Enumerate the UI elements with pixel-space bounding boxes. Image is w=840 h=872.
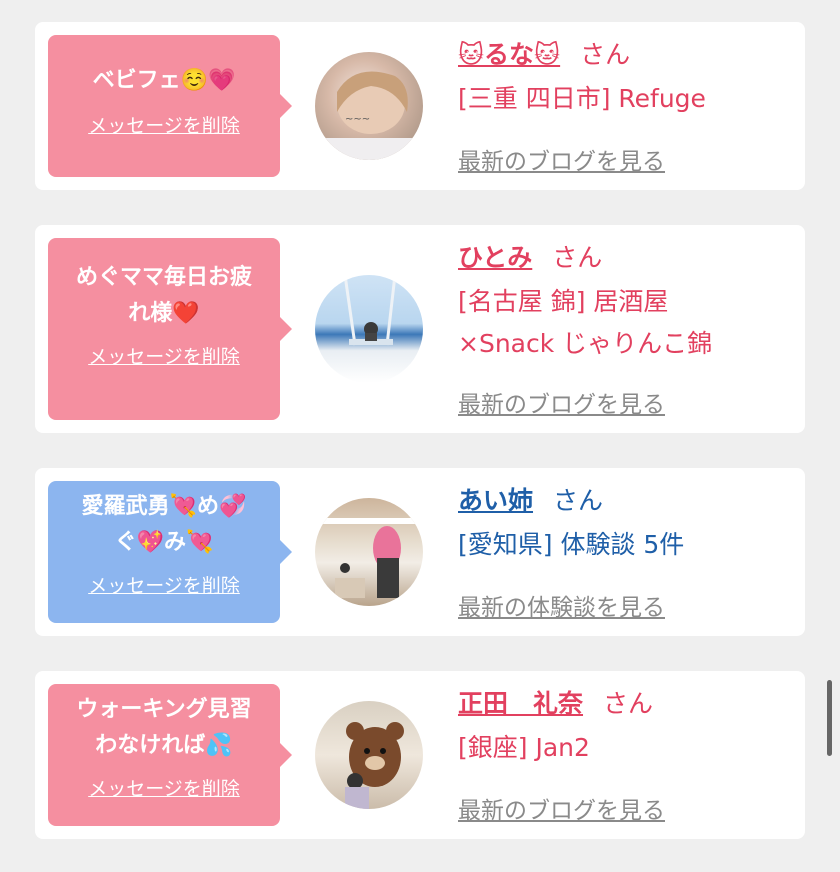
avatar-photo-icon: ~~~ <box>325 71 415 160</box>
profile-name-link[interactable]: あい姉 <box>458 486 533 515</box>
profile-name-link[interactable]: 正田 礼奈 <box>458 689 583 718</box>
message-bubble: 愛羅武勇💘め💞 ぐ💖み💘 メッセージを削除 <box>48 481 292 623</box>
honorific: さん <box>552 243 603 272</box>
message-bubble: ベビフェ☺️💗 メッセージを削除 <box>48 35 292 177</box>
avatar-photo-icon <box>315 518 423 598</box>
message-text: ベビフェ☺️💗 <box>92 68 236 93</box>
message-card: ウォーキング見習 わなければ💦 メッセージを削除 正田 礼奈 さん [銀座] Ja… <box>35 671 805 839</box>
profile-info: ひとみ さん [名古屋 錦] 居酒屋 ×Snack じゃりんこ錦 最新のブログを見… <box>458 241 798 421</box>
profile-info: 🐱るな🐱 さん [三重 四日市] Refuge 最新のブログを見る <box>458 38 798 178</box>
message-text: めぐママ毎日お疲 れ様❤️ <box>75 265 252 326</box>
avatar-photo-icon <box>345 722 404 809</box>
message-text: 愛羅武勇💘め💞 ぐ💖み💘 <box>81 494 247 555</box>
message-card: 愛羅武勇💘め💞 ぐ💖み💘 メッセージを削除 あい姉 さん [愛知県] 体験談 5件… <box>35 468 805 636</box>
shop-info: [愛知県] 体験談 5件 <box>458 530 685 559</box>
honorific: さん <box>580 40 631 69</box>
profile-name-link[interactable]: ひとみ <box>458 243 532 272</box>
message-bubble: めぐママ毎日お疲 れ様❤️ メッセージを削除 <box>48 238 292 420</box>
message-text: ウォーキング見習 わなければ💦 <box>76 697 252 758</box>
message-card: めぐママ毎日お疲 れ様❤️ メッセージを削除 ひとみ さん [名古屋 錦] 居酒屋… <box>35 225 805 433</box>
avatar[interactable] <box>315 498 423 606</box>
avatar[interactable] <box>315 275 423 383</box>
profile-name-link[interactable]: 🐱るな🐱 <box>458 40 560 69</box>
svg-text:~~~: ~~~ <box>345 114 370 125</box>
avatar[interactable]: ~~~ <box>315 52 423 160</box>
avatar[interactable] <box>315 701 423 809</box>
delete-message-link[interactable]: メッセージを削除 <box>58 774 270 801</box>
honorific: さん <box>553 486 604 515</box>
delete-message-link[interactable]: メッセージを削除 <box>58 342 270 369</box>
scrollbar-thumb[interactable] <box>827 680 832 756</box>
latest-blog-link[interactable]: 最新のブログを見る <box>458 791 665 825</box>
shop-info: [名古屋 錦] 居酒屋 ×Snack じゃりんこ錦 <box>458 287 713 358</box>
delete-message-link[interactable]: メッセージを削除 <box>58 571 270 598</box>
shop-info: [三重 四日市] Refuge <box>458 84 706 113</box>
honorific: さん <box>603 689 654 718</box>
latest-experience-link[interactable]: 最新の体験談を見る <box>458 588 665 622</box>
latest-blog-link[interactable]: 最新のブログを見る <box>458 385 665 419</box>
message-bubble: ウォーキング見習 わなければ💦 メッセージを削除 <box>48 684 292 826</box>
message-card: ベビフェ☺️💗 メッセージを削除 ~~~ 🐱るな🐱 さん [三重 四日市] Ref… <box>35 22 805 190</box>
profile-info: 正田 礼奈 さん [銀座] Jan2 最新のブログを見る <box>458 687 798 827</box>
shop-info: [銀座] Jan2 <box>458 733 590 762</box>
profile-info: あい姉 さん [愛知県] 体験談 5件 最新の体験談を見る <box>458 484 798 624</box>
latest-blog-link[interactable]: 最新のブログを見る <box>458 142 665 176</box>
avatar-photo-icon <box>343 275 397 346</box>
delete-message-link[interactable]: メッセージを削除 <box>58 111 270 138</box>
